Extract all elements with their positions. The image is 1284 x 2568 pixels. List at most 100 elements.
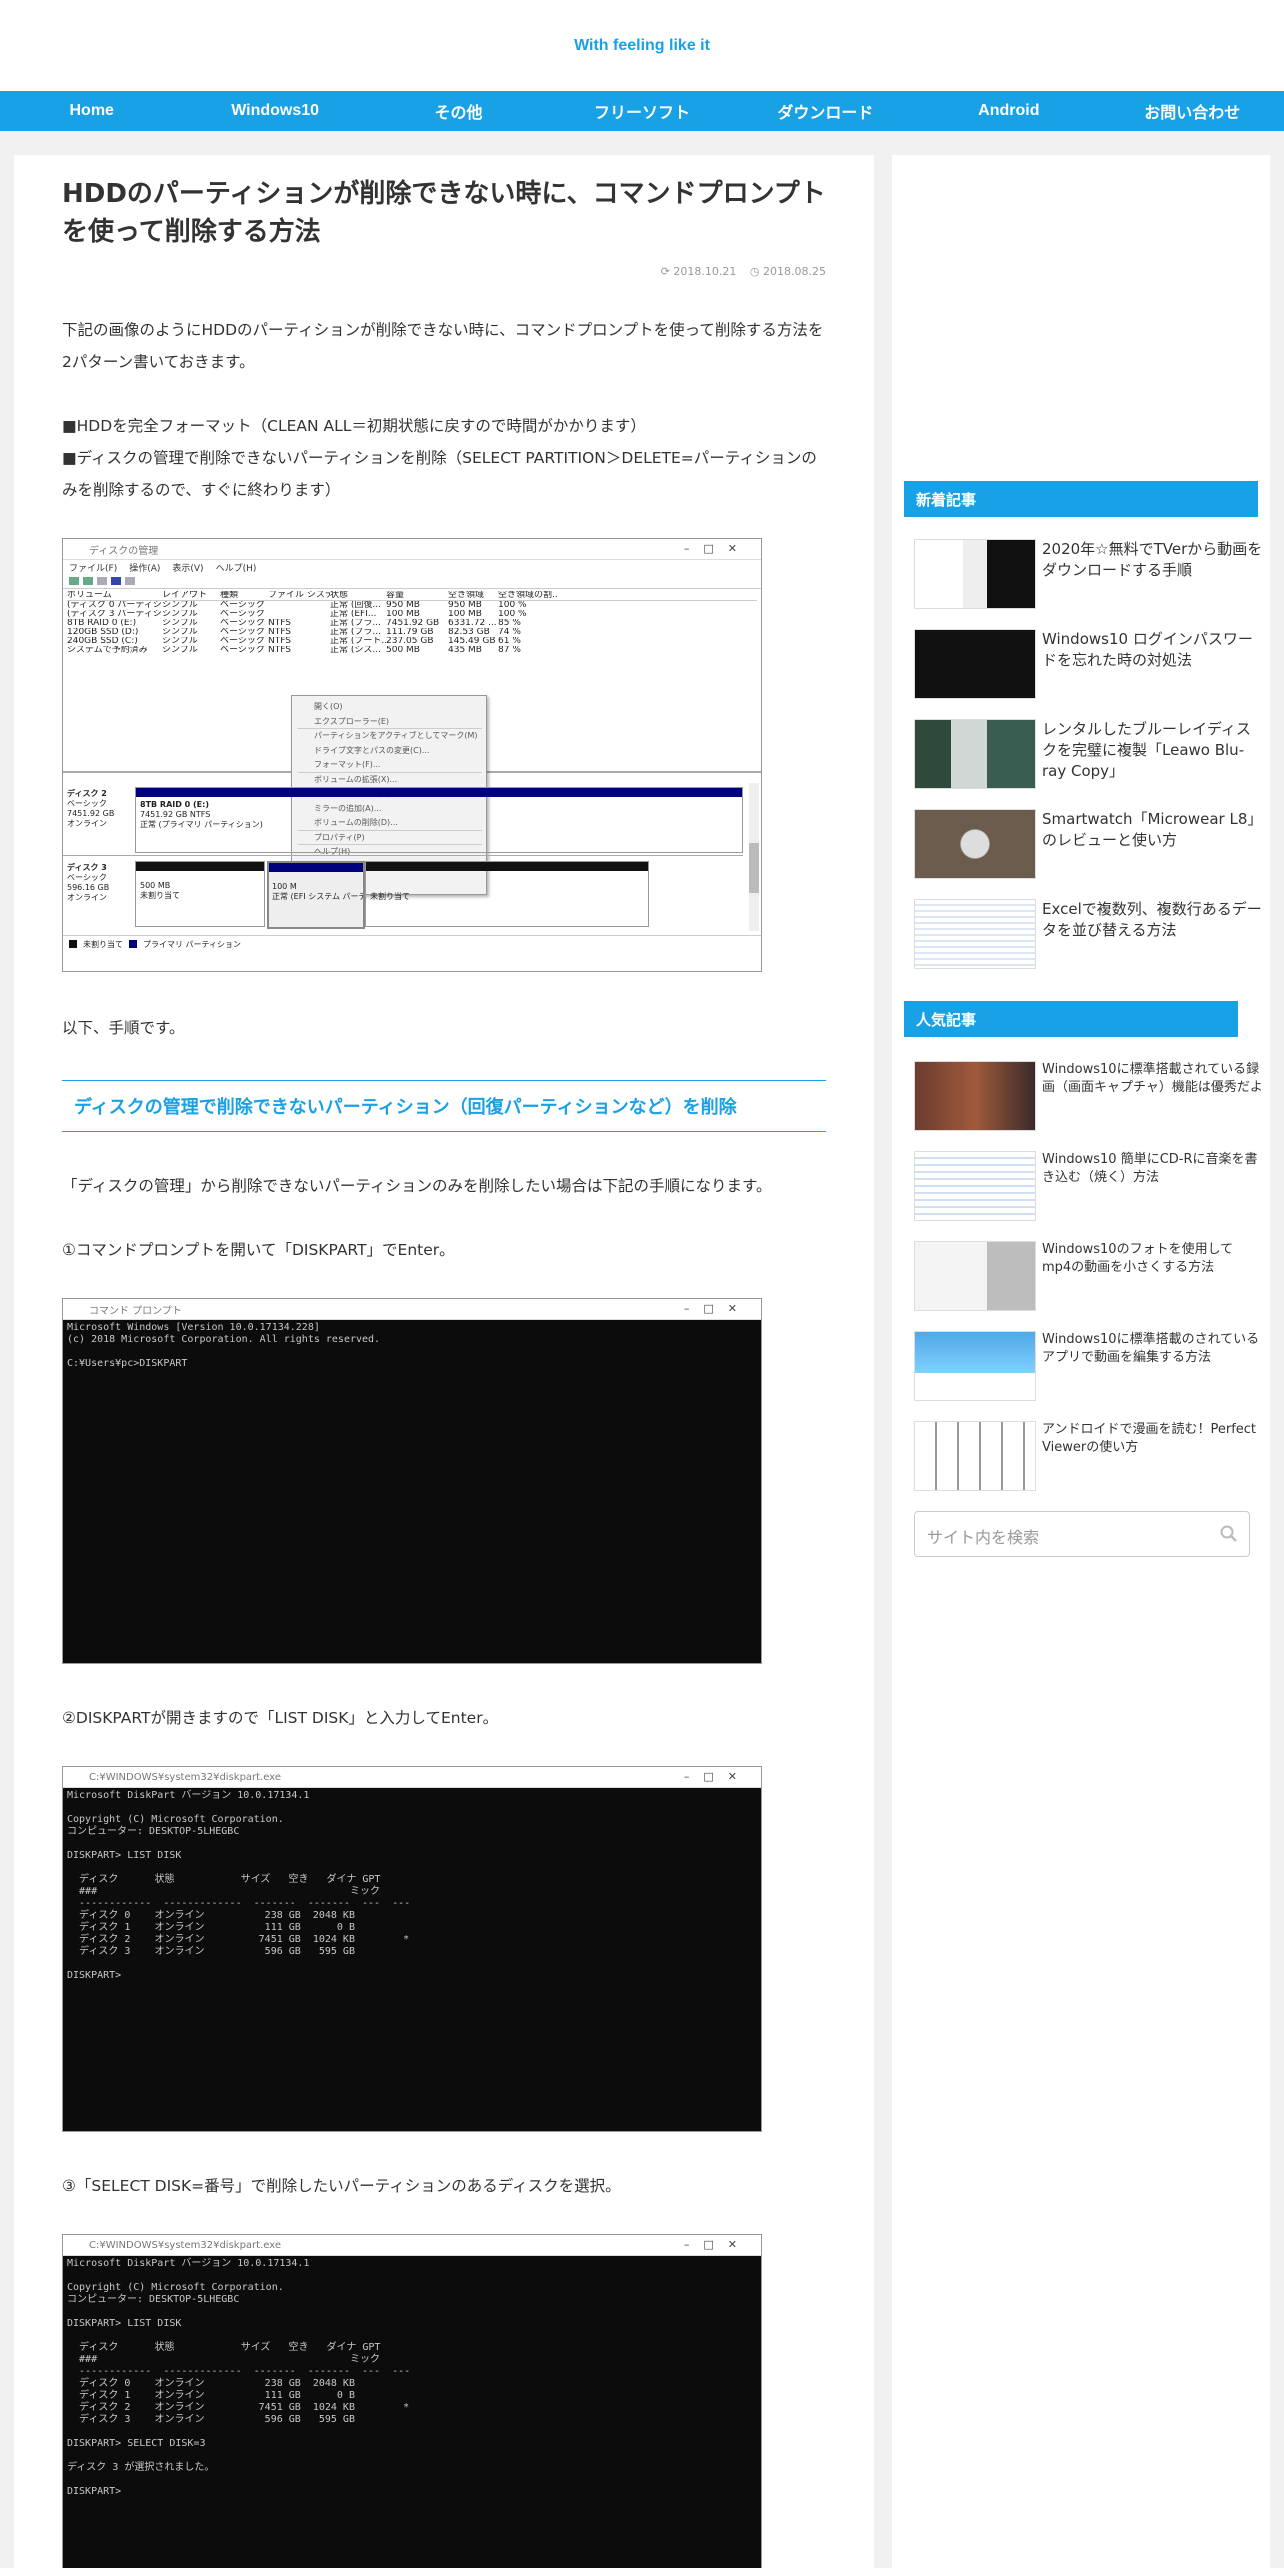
- article-title[interactable]: Excelで複数列、複数行あるデータを並び替える方法: [1042, 899, 1264, 941]
- section-intro: 「ディスクの管理」から削除できないパーティションのみを削除したい場合は下記の手順…: [62, 1177, 772, 1195]
- article-thumbnail[interactable]: [914, 1151, 1036, 1221]
- article-thumbnail[interactable]: [914, 899, 1036, 969]
- legend-unallocated: 未割り当て: [83, 939, 123, 949]
- primary-partition-bar: [136, 788, 742, 797]
- popular-article[interactable]: Windows10 簡単にCD-Rに音楽を書き込む（焼く）方法: [914, 1151, 1270, 1221]
- volume-cell: 61 %: [498, 637, 521, 646]
- list-icon: [125, 577, 135, 585]
- legend-primary: プライマリ パーティション: [143, 939, 242, 949]
- nav-item-home[interactable]: Home: [0, 91, 183, 131]
- intro-text: 下記の画像のようにHDDのパーティションが削除できない時に、コマンドプロンプトを…: [62, 321, 824, 371]
- window-controls: –□✕: [683, 2238, 751, 2251]
- article-thumbnail[interactable]: [914, 809, 1036, 879]
- volume-cell: 正常 (プラ...: [330, 619, 381, 628]
- article-title[interactable]: Windows10 簡単にCD-Rに音楽を書き込む（焼く）方法: [1042, 1151, 1264, 1187]
- menu-action: 操作(A): [129, 563, 161, 574]
- volume-row[interactable]: 120GB SSD (D:) シンプル ベーシック NTFS 正常 (プラ... 111.…: [67, 628, 757, 637]
- volume-cell: 85 %: [498, 619, 521, 628]
- context-menu-item[interactable]: フォーマット(F)...: [314, 758, 486, 773]
- article-title[interactable]: Windows10に標準搭載のされているアプリで動画を編集する方法: [1042, 1331, 1264, 1367]
- volume-row[interactable]: (ディスク 3 パーティシ... シンプル ベーシック 正常 (EFI... 100 M…: [67, 610, 757, 619]
- article-title[interactable]: 2020年☆無料でTVerから動画をダウンロードする手順: [1042, 539, 1264, 581]
- col-filesystem: ファイル システム: [268, 591, 330, 600]
- menu-file: ファイル(F): [69, 563, 118, 574]
- article-title[interactable]: Windows10のフォトを使用して mp4の動画を小さくする方法: [1042, 1241, 1264, 1277]
- recent-article[interactable]: Windows10 ログインパスワードを忘れた時の対処法: [914, 629, 1270, 699]
- nav-item-windows10[interactable]: Windows10: [183, 91, 366, 131]
- recent-article[interactable]: Smartwatch「Microwear L8」のレビューと使い方: [914, 809, 1270, 879]
- article-thumbnail[interactable]: [914, 719, 1036, 789]
- disk2-row: ディスク 2 ベーシック 7451.92 GB オンライン 8TB RAID 0…: [63, 783, 743, 856]
- volume-cell: NTFS: [268, 646, 291, 655]
- recent-article[interactable]: Excelで複数列、複数行あるデータを並び替える方法: [914, 899, 1270, 969]
- article: HDDのパーティションが削除できない時に、コマンドプロンプトを使って削除する方法…: [14, 155, 874, 2568]
- recent-article[interactable]: 2020年☆無料でTVerから動画をダウンロードする手順: [914, 539, 1270, 609]
- volume-cell: 435 MB: [448, 646, 482, 655]
- article-title[interactable]: レンタルしたブルーレイディスクを完璧に複製「Leawo Blu-ray Copy…: [1042, 719, 1264, 782]
- nav-item-download[interactable]: ダウンロード: [734, 91, 917, 131]
- diskmgmt-scrollbar[interactable]: [749, 783, 759, 931]
- popular-article[interactable]: Windows10に標準搭載されている録画（画面キャプチャ）機能は優秀だよ: [914, 1061, 1270, 1131]
- volume-cell: ベーシック: [220, 601, 265, 610]
- volume-row[interactable]: (ディスク 0 パーティシ... シンプル ベーシック 正常 (回復... 950 MB…: [67, 601, 757, 610]
- diskmgmt-title: ディスクの管理: [89, 545, 159, 557]
- article-title[interactable]: アンドロイドで漫画を読む！Perfect Viewerの使い方: [1042, 1421, 1264, 1457]
- popular-heading: 人気記事: [904, 1001, 1238, 1037]
- article-thumbnail[interactable]: [914, 1241, 1036, 1311]
- window-controls: –□✕: [683, 1302, 751, 1315]
- search-input[interactable]: サイト内を検索: [927, 1524, 1039, 1548]
- nav-item-contact[interactable]: お問い合わせ: [1101, 91, 1284, 131]
- volume-row[interactable]: 240GB SSD (C:) シンプル ベーシック NTFS 正常 (ブート... 237…: [67, 637, 757, 646]
- disk3-p2-status: 正常 (EFI システム パーテ: [272, 892, 363, 901]
- article-thumbnail[interactable]: [914, 1331, 1036, 1401]
- diskmgmt-toolbar: [63, 574, 761, 589]
- diskpart-list-output: Microsoft DiskPart バージョン 10.0.17134.1 Co…: [63, 1788, 761, 2131]
- volume-row[interactable]: システムで予約済み シンプル ベーシック NTFS 正常 (シス... 500 MB 435…: [67, 646, 757, 655]
- search-icon[interactable]: [1219, 1524, 1239, 1544]
- volume-cell: 100 MB: [386, 610, 420, 619]
- disk3-row: ディスク 3 ベーシック 596.16 GB オンライン 500 MB 未割り当て…: [63, 859, 743, 929]
- popular-article[interactable]: Windows10のフォトを使用して mp4の動画を小さくする方法: [914, 1241, 1270, 1311]
- search-box[interactable]: サイト内を検索: [914, 1511, 1250, 1557]
- article-thumbnail[interactable]: [914, 629, 1036, 699]
- site-title[interactable]: With feeling like it: [574, 37, 710, 55]
- nav-item-freesoft[interactable]: フリーソフト: [550, 91, 733, 131]
- col-capacity: 容量: [386, 591, 405, 600]
- volume-cell: NTFS: [268, 628, 291, 637]
- context-menu-item[interactable]: ドライブ文字とパスの変更(C)...: [314, 744, 486, 759]
- article-thumbnail[interactable]: [914, 539, 1036, 609]
- article-title[interactable]: Smartwatch「Microwear L8」のレビューと使い方: [1042, 809, 1264, 851]
- volume-row[interactable]: 8TB RAID 0 (E:) シンプル ベーシック NTFS 正常 (プラ... 745…: [67, 619, 757, 628]
- volume-table-header: ボリューム レイアウト 種類 ファイル システム 状態 容量 空き領域 空き領域…: [67, 591, 757, 601]
- article-thumbnail[interactable]: [914, 1421, 1036, 1491]
- published-date-value: 2018.08.25: [763, 265, 826, 278]
- context-menu-item[interactable]: 開く(O): [314, 700, 486, 715]
- col-volume: ボリューム: [67, 591, 112, 600]
- diskpart-titlebar: C:¥WINDOWS¥system32¥diskpart.exe –□✕: [63, 2235, 761, 2256]
- popular-article[interactable]: アンドロイドで漫画を読む！Perfect Viewerの使い方: [914, 1421, 1270, 1491]
- disk3-info: ディスク 3 ベーシック 596.16 GB オンライン: [67, 863, 133, 903]
- volume-cell: シンプル: [162, 619, 198, 628]
- popular-article[interactable]: Windows10に標準搭載のされているアプリで動画を編集する方法: [914, 1331, 1270, 1401]
- article-title[interactable]: Windows10 ログインパスワードを忘れた時の対処法: [1042, 629, 1264, 671]
- menu-help: ヘルプ(H): [215, 563, 257, 574]
- context-menu-item[interactable]: パーティションをアクティブとしてマーク(M): [314, 729, 486, 744]
- nav-item-android[interactable]: Android: [917, 91, 1100, 131]
- diskmgmt-titlebar: ディスクの管理 –□✕: [63, 539, 761, 560]
- diskpart-titlebar: C:¥WINDOWS¥system32¥diskpart.exe –□✕: [63, 1767, 761, 1788]
- volume-cell: 500 MB: [386, 646, 420, 655]
- volume-cell: シンプル: [162, 610, 198, 619]
- col-free-percent: 空き領域の割...: [498, 591, 558, 600]
- disk2-size: 7451.92 GB: [67, 809, 115, 818]
- disk2-volume: 8TB RAID 0 (E:) 7451.92 GB NTFS 正常 (プライマ…: [135, 787, 743, 853]
- article-title[interactable]: Windows10に標準搭載されている録画（画面キャプチャ）機能は優秀だよ: [1042, 1061, 1264, 1097]
- volume-rows: (ディスク 0 パーティシ... シンプル ベーシック 正常 (回復... 950 MB…: [67, 601, 757, 655]
- recent-article[interactable]: レンタルしたブルーレイディスクを完璧に複製「Leawo Blu-ray Copy…: [914, 719, 1270, 789]
- volume-cell: シンプル: [162, 601, 198, 610]
- disk2-vol-name: 8TB RAID 0 (E:): [140, 800, 209, 809]
- volume-cell: システムで予約済み: [67, 646, 148, 655]
- context-menu-item[interactable]: エクスプローラー(E): [314, 715, 486, 730]
- article-thumbnail[interactable]: [914, 1061, 1036, 1131]
- nav-item-other[interactable]: その他: [367, 91, 550, 131]
- col-status: 状態: [330, 591, 349, 600]
